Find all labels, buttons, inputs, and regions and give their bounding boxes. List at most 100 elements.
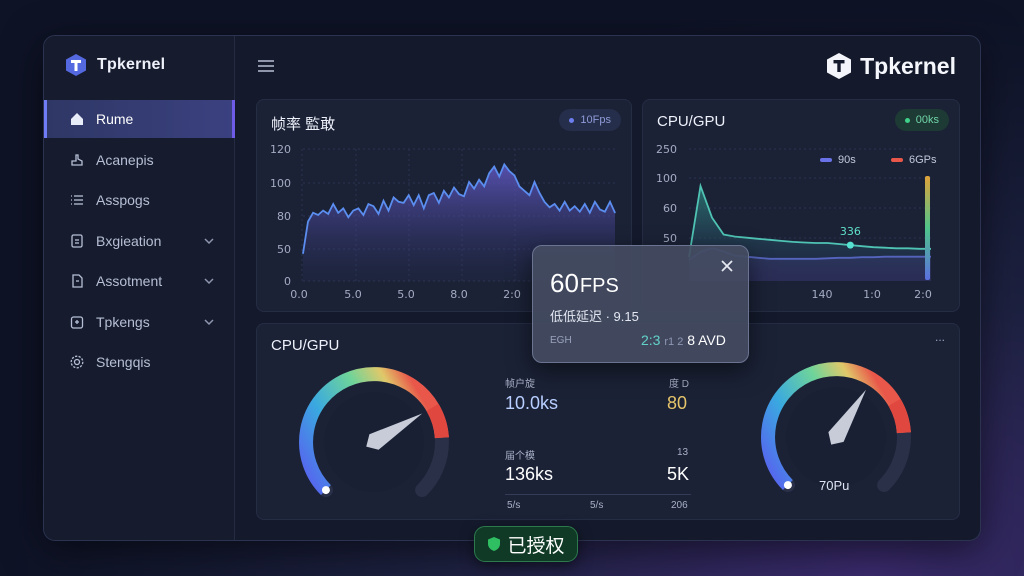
tpkernel-logo-icon [827,53,852,79]
hand-icon [68,151,86,169]
fps-x-tick: 0.0 [290,288,308,301]
fps-point [377,213,380,215]
cpu-x-tick: 140 [812,288,833,301]
fps-point [609,201,611,203]
close-icon[interactable] [720,259,734,273]
right-gauge-label: 70Pu [819,478,850,493]
fps-x-tick: 8.0 [450,288,468,301]
fps-point [594,201,596,203]
popup-footer-right-c: 8 AVD [687,332,726,348]
fps-point [362,214,364,216]
fps-point [493,166,495,168]
fps-point [367,203,370,205]
fps-point [478,179,480,181]
document-icon [68,232,86,250]
fps-point [342,207,344,209]
fps-point [433,192,435,194]
fps-point [614,212,616,214]
right-gauge [761,362,911,493]
clipboard-icon [68,272,86,290]
panel-menu-icon[interactable]: ... [935,330,945,344]
chevron-down-icon[interactable] [203,316,215,328]
authorized-label: 已授权 [507,535,565,557]
fps-point [413,204,415,206]
sidebar-item-label: Rume [96,111,134,127]
stats-divider [505,494,691,495]
fps-point [302,252,304,255]
cpu-annotation-label: 336 [840,225,861,238]
sidebar-item-assotment[interactable]: Assotment [44,262,235,300]
fps-y-tick: 100 [270,177,291,190]
sidebar: Tpkernel Rume Acanepis Asspogs Bxgieatio… [44,36,235,540]
stat-value-r1-right: 80 [667,393,688,413]
chevron-down-icon[interactable] [203,275,215,287]
fps-point [332,203,334,205]
fps-point [503,163,505,165]
popup-footer-right-b: r1 2 [664,336,684,348]
sidebar-item-stengqis[interactable]: Stengqis [44,343,235,381]
sidebar-item-asspogs[interactable]: Asspogs [44,181,235,219]
stat-label-r1-right: 度 D [669,379,689,390]
fps-point [307,221,309,223]
stat-label-r1-left: 帧户旋 [505,379,535,390]
sidebar-item-label: Tpkengs [96,313,150,330]
fps-y-tick: 120 [270,143,291,156]
fps-point [559,210,561,212]
stat-label-r2-right: 13 [677,447,689,458]
stat-value-r2-right: 5K [667,464,690,484]
fps-point [543,201,546,203]
fps-popup: 60FPS 低低延迟 · 9.15 EGH 2:3 r1 2 8 AVD [532,245,749,363]
fps-point [423,207,425,209]
lg-red-zone [426,403,449,439]
rg-start-dot [783,481,792,490]
fps-point [473,188,475,190]
fps-point [538,192,541,194]
cpu-x-tick: 1:0 [863,288,881,301]
popup-footer-right: 2:3 r1 2 8 AVD [641,332,726,348]
fps-point [523,190,526,192]
sidebar-item-label: Asspogs [96,192,150,208]
fps-point [327,213,329,215]
stat-label-r2-left: 届个模 [505,451,535,462]
sidebar-item-tpkengs[interactable]: Tpkengs [44,303,235,341]
fps-point [468,181,470,183]
hamburger-menu-icon[interactable] [257,58,275,74]
fps-y-tick: 80 [277,210,291,223]
sidebar-item-rume[interactable]: Rume [44,100,235,138]
fps-x-tick: 5.0 [344,288,362,301]
sidebar-item-bxgieation[interactable]: Bxgieation [44,222,235,260]
popup-fps-value: 60 [550,268,579,298]
fps-point [403,202,405,204]
tpkernel-logo-icon [66,54,86,76]
fps-point [463,195,465,197]
sidebar-nav: Rume Acanepis Asspogs Bxgieation Assotme… [44,100,235,384]
chevron-down-icon[interactable] [203,235,215,247]
cpu-y-tick: 50 [663,232,677,245]
fps-point [337,212,339,214]
shield-icon [488,537,501,551]
fps-point [488,172,490,174]
fps-point [453,186,455,189]
fps-y-tick: 50 [277,243,291,256]
fps-point [483,185,485,187]
fps-x-tick: 5.0 [397,288,415,301]
fps-point [533,181,536,183]
sidebar-item-acanepis[interactable]: Acanepis [44,141,235,179]
left-gauge [299,367,449,498]
authorized-badge[interactable]: 已授权 [474,526,578,562]
fps-point [428,194,430,196]
fps-point [408,194,410,196]
gear-icon [68,353,86,371]
cpu-annotation-point [846,241,854,249]
cpu-y-tick: 60 [663,202,677,215]
sidebar-item-label: Stengqis [96,354,151,370]
cpu-y-tick: 100 [656,172,677,185]
fps-point [589,212,591,214]
stat-value-r1-left: 10.0ks [505,393,559,413]
sidebar-item-label: Bxgieation [96,232,162,249]
cpu-x-tick: 2:0 [914,288,932,301]
fps-point [448,196,450,198]
fps-point [513,174,515,176]
brand: Tpkernel [64,53,165,77]
sidebar-item-label: Acanepis [96,151,154,168]
